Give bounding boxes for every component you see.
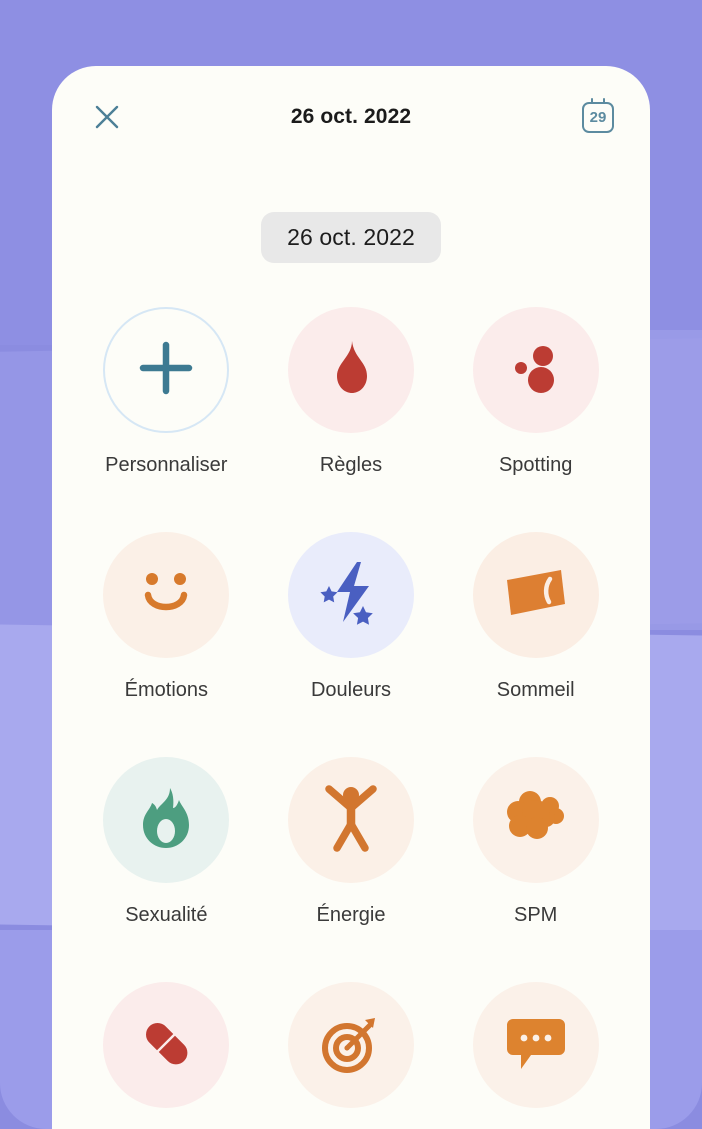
close-icon bbox=[92, 102, 122, 132]
icon-circle bbox=[103, 982, 230, 1108]
flame-icon bbox=[137, 786, 195, 855]
day-log-card: 26 oct. 2022 29 26 oct. 2022 Personnalis… bbox=[52, 66, 650, 1129]
spotting-dots-icon bbox=[507, 339, 565, 402]
grid-item-label: Règles bbox=[319, 454, 383, 476]
page-title: 26 oct. 2022 bbox=[290, 105, 412, 128]
target-dart-icon bbox=[319, 1012, 383, 1079]
card-header: 26 oct. 2022 29 bbox=[52, 66, 650, 168]
grid-item-emotions[interactable]: Émotions bbox=[74, 532, 259, 757]
lightning-bolt-icon bbox=[319, 560, 383, 631]
icon-circle bbox=[287, 307, 414, 433]
blood-drop-icon bbox=[328, 338, 374, 403]
close-button[interactable] bbox=[84, 94, 130, 140]
smiley-face-icon bbox=[136, 569, 196, 622]
grid-item-label: Spotting bbox=[498, 454, 573, 476]
icon-circle bbox=[472, 982, 599, 1108]
date-pill-row: 26 oct. 2022 bbox=[52, 212, 650, 263]
grid-item-personnaliser[interactable]: Personnaliser bbox=[74, 307, 259, 532]
icon-circle bbox=[287, 757, 414, 883]
icon-circle bbox=[472, 307, 599, 433]
icon-circle bbox=[103, 532, 230, 658]
grid-item-label: Douleurs bbox=[310, 679, 392, 701]
chat-bubble-icon bbox=[505, 1015, 567, 1076]
grid-item-sommeil[interactable]: Sommeil bbox=[443, 532, 628, 757]
icon-circle bbox=[472, 757, 599, 883]
icon-circle bbox=[103, 757, 230, 883]
grid-item-medication[interactable] bbox=[74, 982, 259, 1129]
icon-circle bbox=[103, 307, 230, 433]
grid-item-label: Énergie bbox=[316, 904, 386, 926]
date-pill[interactable]: 26 oct. 2022 bbox=[261, 212, 441, 263]
clouds-icon bbox=[504, 790, 568, 851]
app-root: 26 oct. 2022 29 26 oct. 2022 Personnalis… bbox=[0, 0, 702, 1129]
icon-circle bbox=[472, 532, 599, 658]
grid-item-goal[interactable] bbox=[259, 982, 444, 1129]
grid-item-label: Sexualité bbox=[125, 904, 208, 926]
pill-capsule-icon bbox=[135, 1012, 197, 1079]
pillow-icon bbox=[503, 568, 569, 623]
tracking-grid: Personnaliser Règles Spotting Émotions D… bbox=[52, 307, 650, 1129]
grid-item-regles[interactable]: Règles bbox=[259, 307, 444, 532]
calendar-day-number: 29 bbox=[589, 109, 607, 126]
grid-item-spotting[interactable]: Spotting bbox=[443, 307, 628, 532]
grid-item-label: SPM bbox=[513, 904, 558, 926]
grid-item-label: Émotions bbox=[124, 679, 209, 701]
calendar-icon: 29 bbox=[582, 98, 614, 133]
grid-item-label: Personnaliser bbox=[105, 454, 228, 476]
grid-item-sexualite[interactable]: Sexualité bbox=[74, 757, 259, 982]
icon-circle bbox=[287, 532, 414, 658]
grid-item-energie[interactable]: Énergie bbox=[259, 757, 444, 982]
grid-item-douleurs[interactable]: Douleurs bbox=[259, 532, 444, 757]
grid-item-label: Sommeil bbox=[496, 679, 575, 701]
person-arms-up-icon bbox=[322, 784, 380, 857]
calendar-button[interactable]: 29 bbox=[578, 97, 618, 137]
plus-icon bbox=[135, 337, 197, 404]
grid-item-spm[interactable]: SPM bbox=[443, 757, 628, 982]
icon-circle bbox=[287, 982, 414, 1108]
grid-item-notes[interactable] bbox=[443, 982, 628, 1129]
